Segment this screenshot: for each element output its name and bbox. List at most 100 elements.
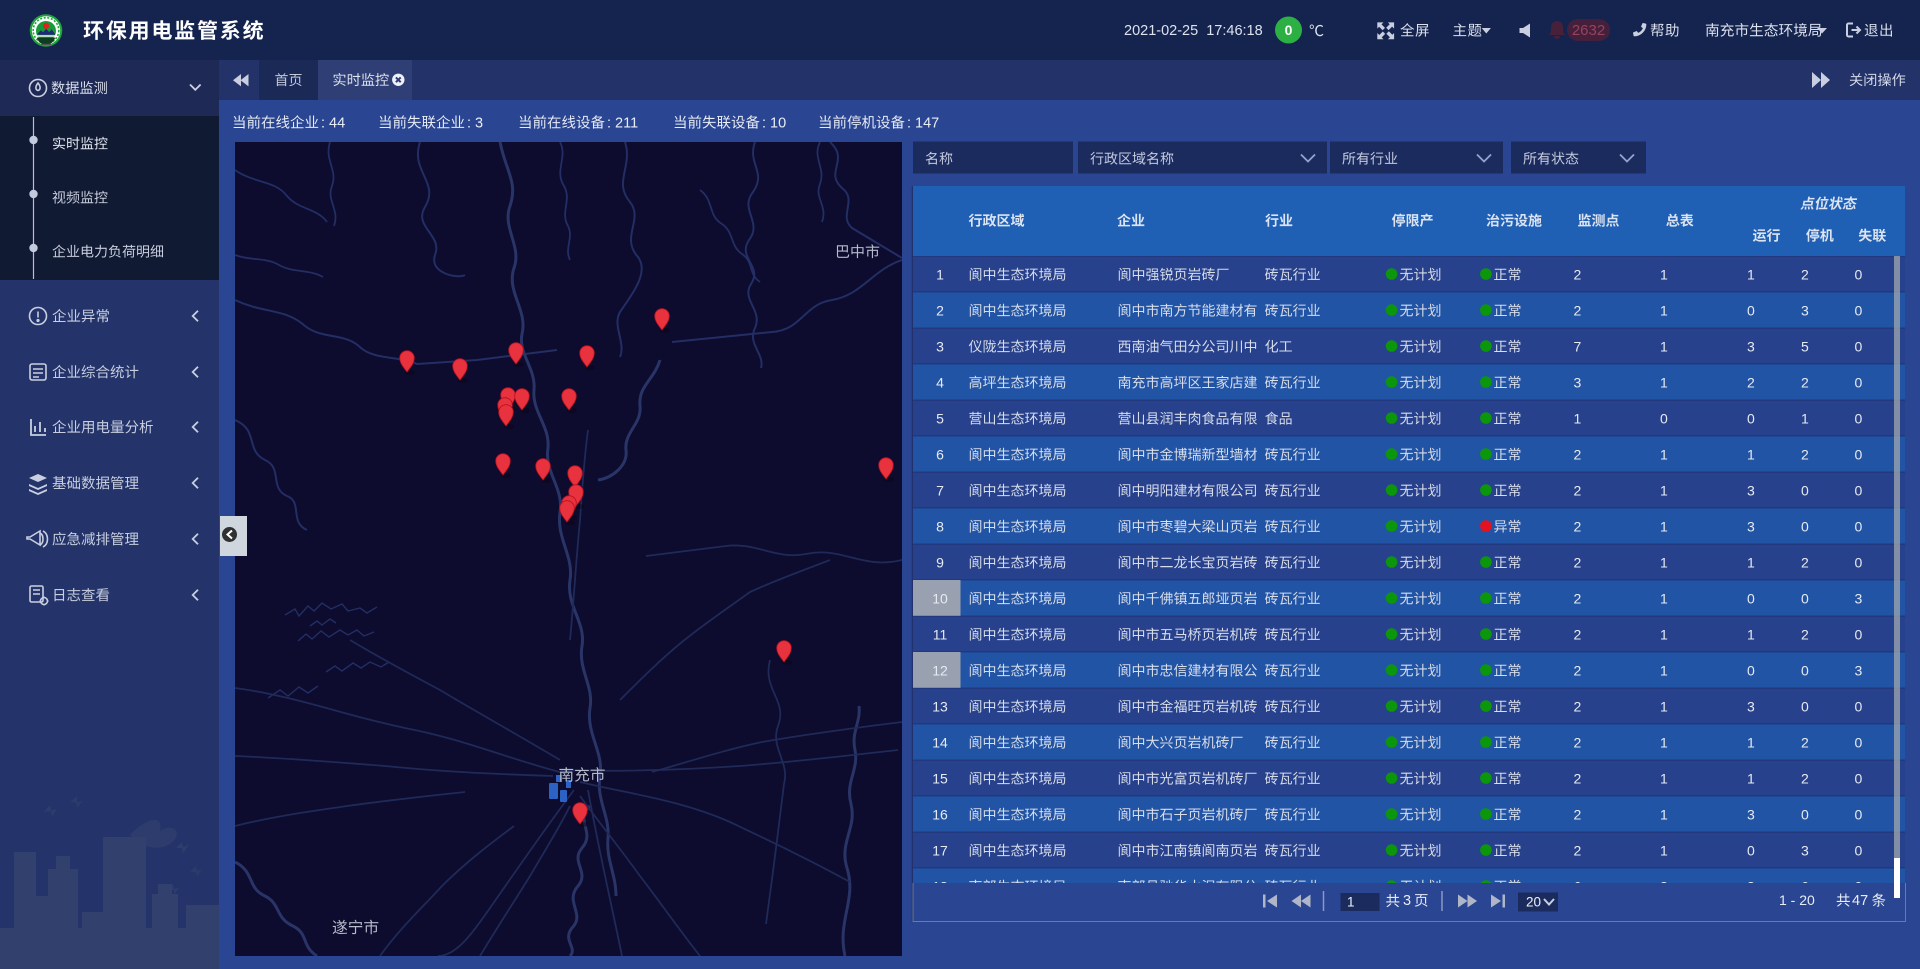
svg-text:0: 0	[1660, 411, 1668, 427]
svg-text:: 10: : 10	[762, 116, 786, 132]
svg-text:0: 0	[1855, 735, 1863, 751]
svg-text:2: 2	[1574, 483, 1582, 499]
svg-text:1: 1	[1801, 411, 1809, 427]
svg-text:11: 11	[933, 627, 948, 643]
svg-text:3: 3	[1403, 893, 1411, 909]
svg-text:8: 8	[936, 519, 944, 535]
svg-text:0: 0	[1747, 303, 1755, 319]
svg-text:2: 2	[1574, 663, 1582, 679]
svg-text:0: 0	[1855, 303, 1863, 319]
svg-text:3: 3	[1747, 339, 1755, 355]
svg-text:7: 7	[1574, 339, 1582, 355]
svg-text:2: 2	[1801, 267, 1809, 283]
svg-text:: 211: : 211	[607, 116, 638, 132]
svg-text:0: 0	[1747, 663, 1755, 679]
svg-text:2: 2	[1574, 447, 1582, 463]
svg-text:2: 2	[1574, 807, 1582, 823]
svg-text:3: 3	[1801, 843, 1809, 859]
svg-text:1: 1	[936, 267, 944, 283]
svg-text:1: 1	[1660, 735, 1668, 751]
svg-text:2: 2	[1574, 555, 1582, 571]
svg-text:0: 0	[1855, 807, 1863, 823]
svg-text:1: 1	[1660, 771, 1668, 787]
svg-text:1: 1	[1747, 555, 1755, 571]
svg-text:4: 4	[936, 375, 944, 391]
svg-text:0: 0	[1855, 771, 1863, 787]
svg-text:0: 0	[1855, 555, 1863, 571]
svg-text:0: 0	[1801, 699, 1809, 715]
svg-text:1: 1	[1660, 519, 1668, 535]
svg-text:13: 13	[932, 699, 948, 715]
svg-text:1: 1	[1660, 339, 1668, 355]
svg-text:2021-02-25 17:46:18: 2021-02-25 17:46:18	[1124, 23, 1263, 39]
svg-text:5: 5	[936, 411, 944, 427]
svg-text:3: 3	[936, 339, 944, 355]
svg-text:1: 1	[1660, 375, 1668, 391]
svg-text:0: 0	[1801, 519, 1809, 535]
svg-text:0: 0	[1855, 267, 1863, 283]
svg-text:1: 1	[1660, 447, 1668, 463]
svg-text:0: 0	[1855, 627, 1863, 643]
svg-text:0: 0	[1747, 843, 1755, 859]
svg-text:2: 2	[1801, 555, 1809, 571]
svg-text:2: 2	[1801, 771, 1809, 787]
svg-text:1: 1	[1660, 663, 1668, 679]
svg-text:2: 2	[1574, 735, 1582, 751]
svg-text:1: 1	[1660, 303, 1668, 319]
svg-text:1: 1	[1747, 771, 1755, 787]
svg-text:2: 2	[1574, 591, 1582, 607]
svg-text:17: 17	[932, 843, 948, 859]
svg-text:5: 5	[1801, 339, 1809, 355]
svg-text:: 147: : 147	[907, 116, 939, 132]
svg-text:3: 3	[1801, 303, 1809, 319]
svg-text:9: 9	[936, 555, 944, 571]
svg-text:7: 7	[936, 483, 944, 499]
svg-text:3: 3	[1747, 699, 1755, 715]
svg-text:10: 10	[932, 591, 948, 607]
svg-text:2: 2	[1747, 375, 1755, 391]
svg-text:1: 1	[1747, 735, 1755, 751]
svg-text:1: 1	[1660, 483, 1668, 499]
svg-text:0: 0	[1855, 411, 1863, 427]
svg-text:1: 1	[1660, 627, 1668, 643]
svg-text:12: 12	[932, 663, 948, 679]
svg-text:1: 1	[1660, 267, 1668, 283]
svg-text:0: 0	[1747, 411, 1755, 427]
svg-text:3: 3	[1747, 483, 1755, 499]
svg-text:3: 3	[1855, 591, 1863, 607]
svg-text:1: 1	[1660, 843, 1668, 859]
svg-text:0: 0	[1855, 339, 1863, 355]
svg-text:1: 1	[1747, 267, 1755, 283]
svg-text:2: 2	[1801, 375, 1809, 391]
svg-text:0: 0	[1855, 843, 1863, 859]
svg-text:1: 1	[1660, 699, 1668, 715]
svg-text:0: 0	[1855, 483, 1863, 499]
svg-text:47: 47	[1852, 893, 1868, 909]
svg-text:0: 0	[1855, 519, 1863, 535]
svg-text:20: 20	[1526, 895, 1541, 910]
svg-text:2: 2	[1574, 843, 1582, 859]
svg-text:1 - 20: 1 - 20	[1779, 892, 1815, 908]
svg-text:0: 0	[1801, 663, 1809, 679]
svg-text:: 44: : 44	[321, 116, 345, 132]
svg-text:2: 2	[1574, 627, 1582, 643]
svg-text:0: 0	[1855, 375, 1863, 391]
svg-text:1: 1	[1747, 447, 1755, 463]
svg-text:2: 2	[1574, 303, 1582, 319]
svg-text:2: 2	[1574, 699, 1582, 715]
svg-text:15: 15	[932, 771, 948, 787]
svg-text:0: 0	[1855, 699, 1863, 715]
svg-text:3: 3	[1855, 663, 1863, 679]
svg-text:0: 0	[1801, 483, 1809, 499]
svg-text:0: 0	[1801, 807, 1809, 823]
svg-text:2: 2	[936, 303, 944, 319]
svg-text:0: 0	[1855, 447, 1863, 463]
svg-text:3: 3	[1747, 807, 1755, 823]
svg-text:14: 14	[932, 735, 948, 751]
svg-text:: 3: : 3	[467, 116, 483, 132]
svg-text:1: 1	[1574, 411, 1582, 427]
svg-text:1: 1	[1660, 555, 1668, 571]
svg-text:6: 6	[936, 447, 944, 463]
svg-text:0: 0	[1801, 591, 1809, 607]
svg-text:1: 1	[1347, 895, 1355, 910]
